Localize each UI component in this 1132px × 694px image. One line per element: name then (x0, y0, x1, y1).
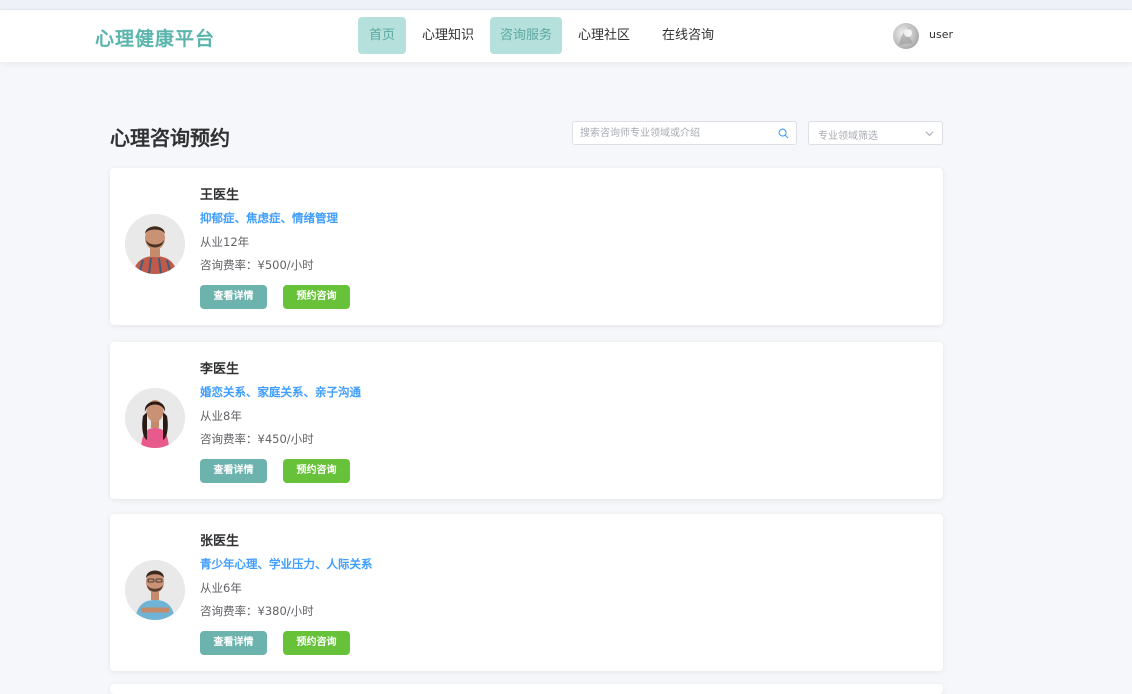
doctor-avatar (125, 388, 185, 448)
view-details-button[interactable]: 查看详情 (200, 459, 267, 483)
search-box[interactable] (572, 121, 797, 145)
view-details-button[interactable]: 查看详情 (200, 285, 267, 309)
doctor-card: 张医生 青少年心理、学业压力、人际关系 从业6年 咨询费率：¥380/小时 查看… (110, 514, 943, 671)
doctor-specialties: 抑郁症、焦虑症、情绪管理 (200, 211, 338, 225)
nav-item-knowledge[interactable]: 心理知识 (417, 17, 479, 54)
nav-item-home[interactable]: 首页 (358, 17, 406, 54)
nav-item-online-consult[interactable]: 在线咨询 (656, 17, 720, 54)
doctor-card: 王医生 抑郁症、焦虑症、情绪管理 从业12年 咨询费率：¥500/小时 查看详情… (110, 168, 943, 325)
search-input[interactable] (580, 126, 770, 141)
chevron-down-icon (925, 131, 934, 137)
nav-item-consulting[interactable]: 咨询服务 (490, 17, 562, 54)
site-logo[interactable]: 心理健康平台 (95, 24, 215, 51)
doctor-rate: 咨询费率：¥450/小时 (200, 432, 314, 446)
doctor-photo (125, 560, 185, 620)
doctor-photo (125, 388, 185, 448)
doctor-rate: 咨询费率：¥380/小时 (200, 604, 314, 618)
top-navbar: 心理健康平台 首页 心理知识 咨询服务 心理社区 在线咨询 user (0, 10, 1132, 62)
user-avatar-image (899, 27, 913, 45)
book-consultation-button[interactable]: 预约咨询 (283, 459, 350, 483)
specialty-filter-select[interactable]: 专业领域筛选 (808, 121, 943, 145)
page-title: 心理咨询预约 (110, 126, 230, 150)
doctor-rate: 咨询费率：¥500/小时 (200, 258, 314, 272)
doctor-card: 李医生 婚恋关系、家庭关系、亲子沟通 从业8年 咨询费率：¥450/小时 查看详… (110, 342, 943, 499)
doctor-card-partial (110, 684, 943, 694)
book-consultation-button[interactable]: 预约咨询 (283, 285, 350, 309)
doctor-name: 王医生 (200, 188, 240, 203)
doctor-avatar (125, 214, 185, 274)
top-strip (0, 0, 1132, 10)
doctor-specialties: 青少年心理、学业压力、人际关系 (200, 557, 373, 571)
book-consultation-button[interactable]: 预约咨询 (283, 631, 350, 655)
username[interactable]: user (929, 28, 953, 41)
doctor-experience: 从业6年 (200, 581, 242, 595)
view-details-button[interactable]: 查看详情 (200, 631, 267, 655)
specialty-filter-placeholder: 专业领域筛选 (818, 131, 878, 142)
doctor-name: 张医生 (200, 534, 240, 549)
doctor-name: 李医生 (200, 362, 240, 377)
nav-item-community[interactable]: 心理社区 (573, 17, 635, 54)
doctor-photo (125, 214, 185, 274)
doctor-avatar (125, 560, 185, 620)
doctor-experience: 从业8年 (200, 409, 242, 423)
doctor-experience: 从业12年 (200, 235, 250, 249)
user-avatar[interactable] (893, 23, 919, 49)
search-icon[interactable] (778, 128, 789, 139)
doctor-specialties: 婚恋关系、家庭关系、亲子沟通 (200, 385, 361, 399)
